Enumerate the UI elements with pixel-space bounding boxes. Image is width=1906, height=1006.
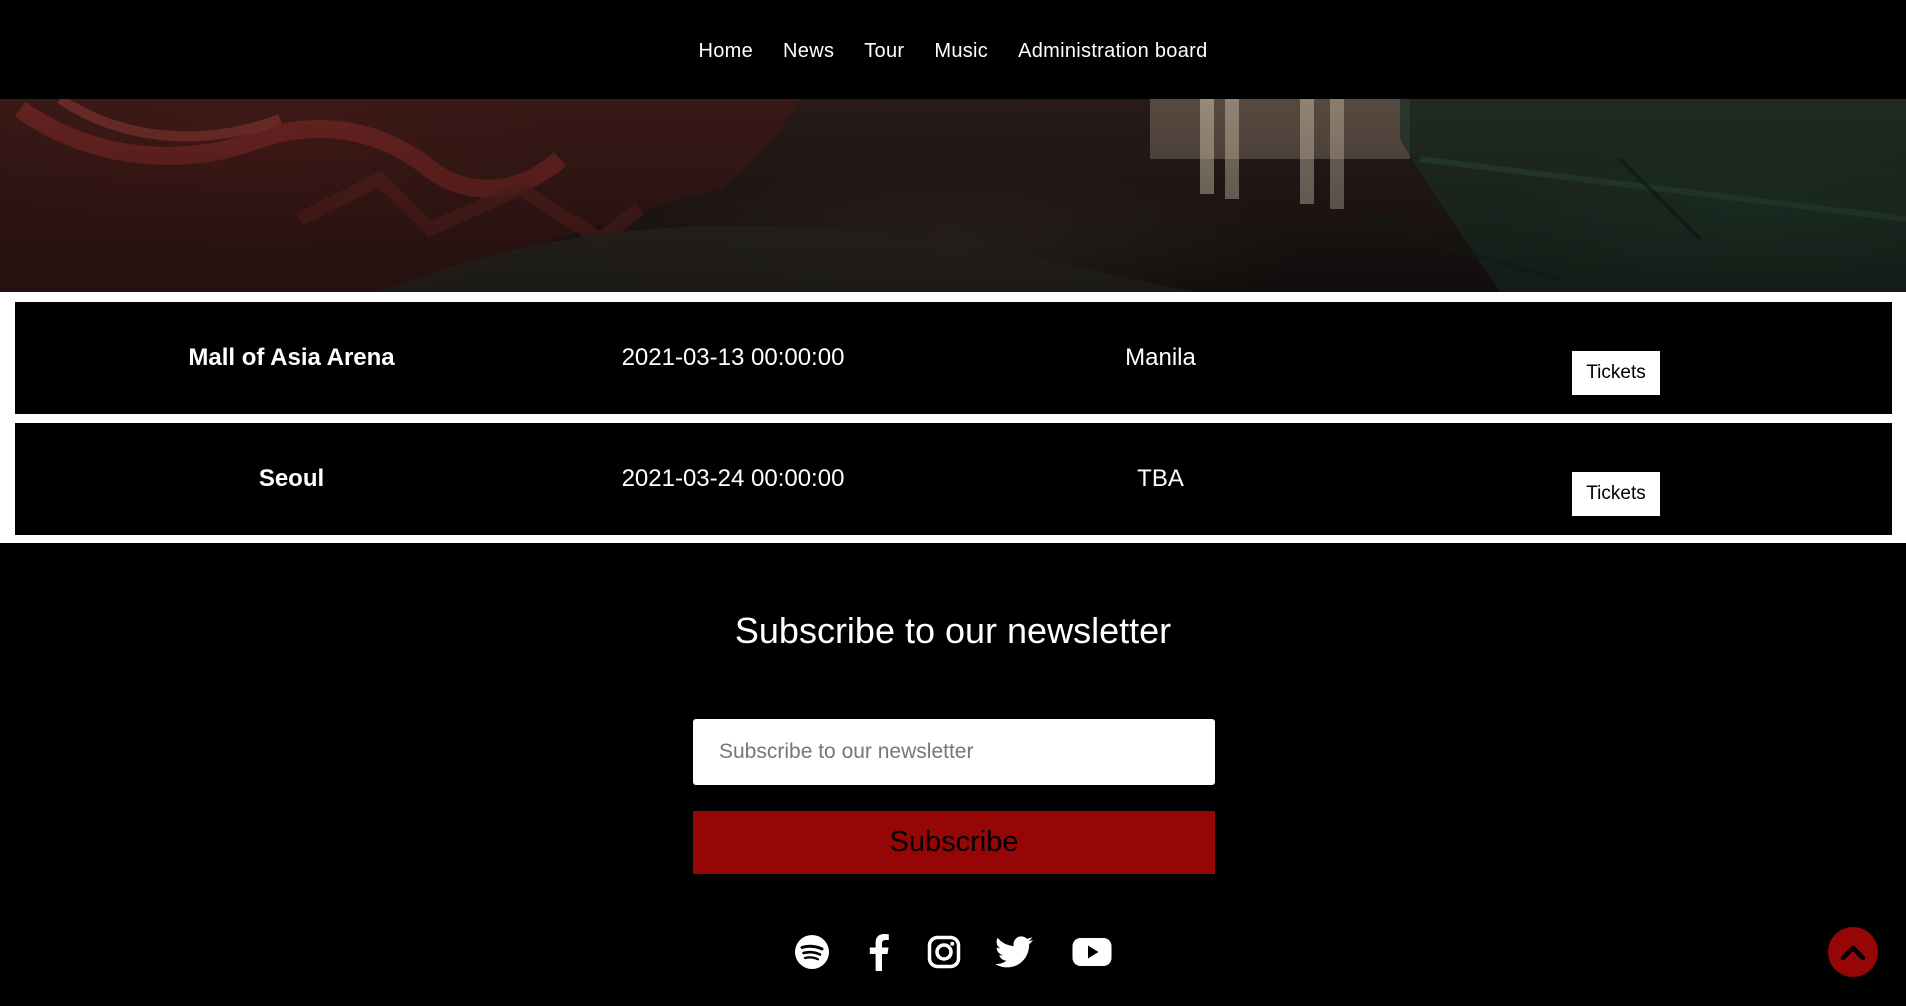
nav-link-administration-board[interactable]: Administration board [1003, 40, 1222, 63]
tour-venue: Seoul [258, 465, 325, 492]
nav-link-news[interactable]: News [768, 40, 849, 63]
tour-date: 2021-03-13 00:00:00 [621, 344, 845, 371]
spotify-icon[interactable] [790, 930, 834, 974]
nav-menu: Home News Tour Music Administration boar… [0, 40, 1906, 63]
youtube-icon[interactable] [1070, 930, 1114, 974]
nav-link-tour[interactable]: Tour [849, 40, 919, 63]
facebook-icon[interactable] [857, 930, 901, 974]
hero-overlay [0, 99, 1906, 292]
tour-city: TBA [1137, 465, 1184, 492]
tour-dates-list: Mall of Asia Arena 2021-03-13 00:00:00 M… [0, 292, 1906, 543]
nav-link-music[interactable]: Music [919, 40, 1003, 63]
tickets-button[interactable]: Tickets [1572, 472, 1660, 516]
nav-link-home[interactable]: Home [683, 40, 768, 63]
tour-row: Seoul 2021-03-24 00:00:00 TBA Tickets [15, 423, 1892, 535]
newsletter-email-input[interactable] [693, 719, 1215, 785]
tour-row: Mall of Asia Arena 2021-03-13 00:00:00 M… [15, 302, 1892, 414]
newsletter-heading: Subscribe to our newsletter [734, 610, 1172, 651]
tour-city: Manila [1125, 344, 1196, 371]
twitter-icon[interactable] [993, 930, 1037, 974]
tour-venue: Mall of Asia Arena [188, 344, 395, 371]
tour-date: 2021-03-24 00:00:00 [621, 465, 845, 492]
back-to-top-button[interactable] [1828, 927, 1878, 977]
hero-banner-image [0, 99, 1906, 292]
social-links [0, 930, 1906, 974]
instagram-icon[interactable] [922, 930, 966, 974]
tickets-button[interactable]: Tickets [1572, 351, 1660, 395]
chevron-up-icon [1840, 945, 1866, 961]
subscribe-button[interactable]: Subscribe [693, 811, 1215, 874]
top-navigation: Home News Tour Music Administration boar… [0, 0, 1906, 99]
